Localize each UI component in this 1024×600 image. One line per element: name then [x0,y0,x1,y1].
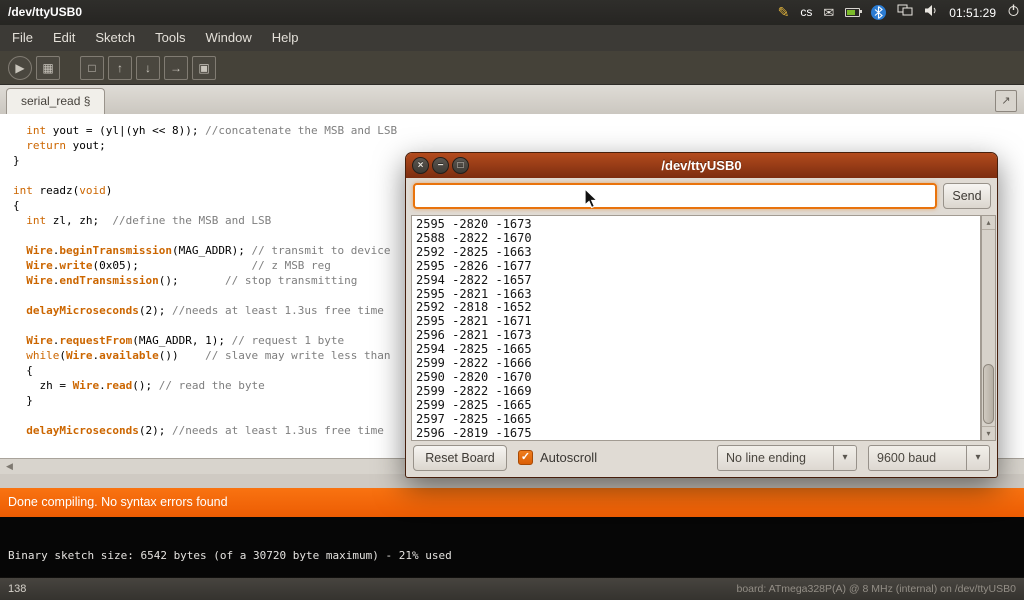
serial-monitor-controls: Reset Board ✓ Autoscroll No line ending … [406,445,997,473]
menu-sketch[interactable]: Sketch [85,25,145,51]
battery-icon[interactable] [845,8,860,17]
scrollbar-thumb[interactable] [983,364,994,424]
tab-serial-read[interactable]: serial_read § [6,88,105,114]
menu-file[interactable]: File [2,25,43,51]
compile-status-bar: Done compiling. No syntax errors found [0,488,1024,517]
serial-output-line: 2595 -2820 -1673 [416,218,976,232]
titlebar-buttons: ×−□ [412,157,469,174]
serial-monitor-window: /dev/ttyUSB0 ×−□ Send 2595 -2820 -167325… [405,152,998,478]
menu-tools[interactable]: Tools [145,25,195,51]
save-button[interactable]: ↓ [136,56,160,80]
line-number-indicator: 138 [8,578,26,600]
serial-output-scrollbar[interactable]: ▴ ▾ [981,215,996,441]
chevron-down-icon[interactable]: ▾ [966,446,989,470]
serial-monitor-title: /dev/ttyUSB0 [661,158,741,173]
verify-button[interactable]: ▶ [8,56,32,80]
keyboard-layout-indicator[interactable]: cs [800,0,812,25]
baud-rate-value: 9600 baud [869,446,966,470]
stop-button[interactable]: ▦ [36,56,60,80]
minimize-button[interactable]: − [432,157,449,174]
serial-output-line: 2595 -2821 -1663 [416,288,976,302]
note-icon[interactable]: ✎ [778,0,790,25]
chevron-down-icon[interactable]: ▾ [833,446,856,470]
upload-button[interactable]: → [164,56,188,80]
reset-board-button[interactable]: Reset Board [413,445,507,471]
serial-output-line: 2595 -2821 -1671 [416,315,976,329]
menu-bar: FileEditSketchToolsWindowHelp [0,25,1024,51]
serial-output-line: 2596 -2819 -1675 [416,427,976,441]
serial-output-line: 2594 -2825 -1665 [416,343,976,357]
serial-output-line: 2590 -2820 -1670 [416,371,976,385]
open-button[interactable]: ↑ [108,56,132,80]
new-sketch-button[interactable]: □ [80,56,104,80]
scroll-up-icon[interactable]: ▴ [982,216,995,230]
menu-window[interactable]: Window [195,25,261,51]
close-button[interactable]: × [412,157,429,174]
bluetooth-icon[interactable] [871,5,886,20]
serial-output-line: 2594 -2822 -1657 [416,274,976,288]
serial-output-line: 2588 -2822 -1670 [416,232,976,246]
active-window-title: /dev/ttyUSB0 [8,0,82,25]
code-line: return yout; [13,138,1024,153]
line-ending-dropdown[interactable]: No line ending ▾ [717,445,857,471]
top-panel: /dev/ttyUSB0 ✎ cs ✉ 01:51:29 [0,0,1024,25]
serial-output-line: 2596 -2821 -1673 [416,329,976,343]
serial-output[interactable]: 2595 -2820 -16732588 -2822 -16702592 -28… [411,215,981,441]
baud-rate-dropdown[interactable]: 9600 baud ▾ [868,445,990,471]
serial-monitor-button[interactable]: ▣ [192,56,216,80]
line-ending-value: No line ending [718,446,833,470]
console-output-text: Binary sketch size: 6542 bytes (of a 307… [8,549,452,562]
volume-icon[interactable] [924,4,938,22]
serial-output-line: 2597 -2825 -1665 [416,413,976,427]
clock[interactable]: 01:51:29 [949,6,996,20]
scroll-left-icon[interactable]: ◀ [6,461,13,472]
serial-monitor-titlebar[interactable]: /dev/ttyUSB0 ×−□ [406,153,997,178]
menu-help[interactable]: Help [262,25,309,51]
maximize-button[interactable]: □ [452,157,469,174]
mail-icon[interactable]: ✉ [823,0,834,25]
system-tray: ✎ cs ✉ 01:51:29 [778,0,1020,25]
toolbar: ▶▦ □↑↓→▣ [0,51,1024,85]
network-icon[interactable] [897,4,913,22]
autoscroll-checkbox[interactable]: ✓ [518,450,533,465]
code-line: int yout = (yl|(yh << 8)); //concatenate… [13,123,1024,138]
autoscroll-label[interactable]: Autoscroll [540,445,597,471]
serial-output-line: 2595 -2826 -1677 [416,260,976,274]
tab-menu-button[interactable]: ↗ [995,90,1017,112]
tab-strip: serial_read § ↗ [0,85,1024,115]
menu-edit[interactable]: Edit [43,25,85,51]
footer-status-bar: 138 board: ATmega328P(A) @ 8 MHz (intern… [0,577,1024,600]
build-console: Binary sketch size: 6542 bytes (of a 307… [0,517,1024,577]
serial-output-line: 2592 -2818 -1652 [416,301,976,315]
serial-input[interactable] [413,183,937,209]
compile-status-message: Done compiling. No syntax errors found [8,495,228,509]
mouse-cursor [583,188,601,215]
scroll-down-icon[interactable]: ▾ [982,426,995,440]
serial-output-line: 2599 -2822 -1666 [416,357,976,371]
send-button[interactable]: Send [943,183,991,209]
serial-output-line: 2592 -2825 -1663 [416,246,976,260]
serial-output-line: 2599 -2825 -1665 [416,399,976,413]
power-icon[interactable] [1007,4,1020,22]
serial-output-line: 2599 -2822 -1669 [416,385,976,399]
board-info: board: ATmega328P(A) @ 8 MHz (internal) … [736,578,1016,600]
screen: /dev/ttyUSB0 ✎ cs ✉ 01:51:29 FileEditSke… [0,0,1024,600]
